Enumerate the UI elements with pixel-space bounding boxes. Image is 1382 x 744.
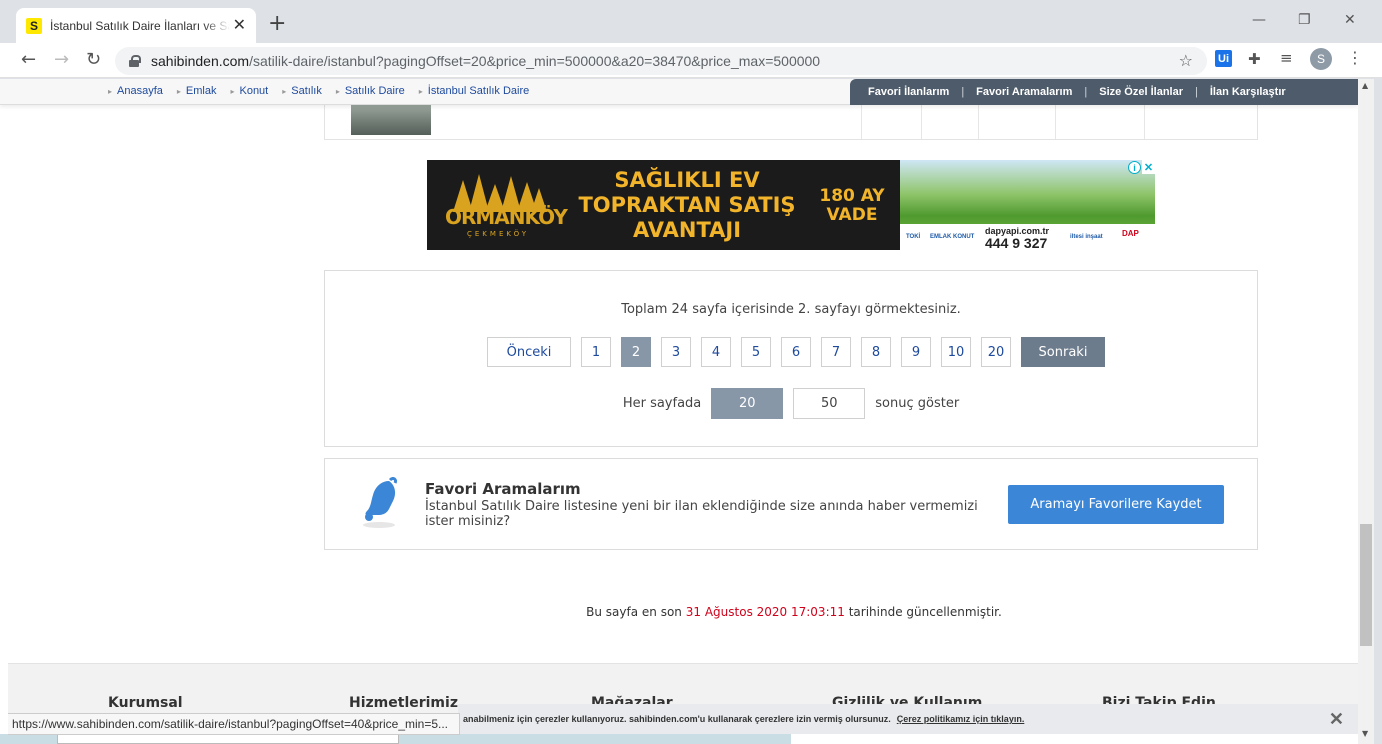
cookie-close-icon[interactable]: ✕ [1329,709,1344,730]
minimize-icon[interactable]: — [1252,12,1266,28]
prev-page-button[interactable]: Önceki [487,337,571,367]
favorite-searches-link[interactable]: Favori Aramalarım [976,86,1072,98]
page-button-8[interactable]: 8 [861,337,891,367]
bookmark-star-icon[interactable]: ☆ [1179,51,1193,70]
banner-ad[interactable]: ORMANKÖY ÇEKMEKÖY SAĞLIKLI EV TOPRAKTAN … [427,160,1155,250]
sticky-header: Anasayfa Emlak Konut Satılık Satılık Dai… [0,79,1358,105]
breadcrumb-item[interactable]: İstanbul Satılık Daire [419,85,530,97]
ad-term: 180 AY VADE [819,186,885,225]
per-page-suffix: sonuç göster [875,396,960,411]
favorite-search-title: Favori Aramalarım [425,480,581,498]
breadcrumb-item[interactable]: Satılık Daire [336,85,405,97]
footer-heading[interactable]: Hizmetlerimiz [349,695,458,711]
per-page-label: Her sayfada [622,396,702,411]
page-scrollbar[interactable]: ▲ ▼ [1358,79,1374,744]
listing-row-partial[interactable] [324,105,1258,140]
page-button-7[interactable]: 7 [821,337,851,367]
scroll-up-icon[interactable]: ▲ [1362,81,1368,90]
extension-ui-icon[interactable]: Ui [1215,50,1232,67]
favorite-search-description: İstanbul Satılık Daire listesine yeni bi… [425,499,978,529]
page-button-4[interactable]: 4 [701,337,731,367]
last-updated: Bu sayfa en son 31 Ağustos 2020 17:03:11… [586,605,1002,619]
cookie-policy-link[interactable]: Çerez politikamız için tıklayın. [897,714,1025,724]
profile-avatar[interactable]: S [1310,48,1332,70]
footer-heading[interactable]: Kurumsal [108,695,183,711]
favorite-search-box: Favori Aramalarım İstanbul Satılık Daire… [324,458,1258,550]
site-favicon: S [26,17,42,34]
ad-info-icon[interactable]: i [1128,161,1141,174]
page-button-10[interactable]: 10 [941,337,971,367]
favorite-listings-link[interactable]: Favori İlanlarım [868,86,949,98]
browser-toolbar: ← → ↻ sahibinden.com/satilik-daire/istan… [0,43,1382,78]
per-page-20-button[interactable]: 20 [711,388,784,419]
bell-icon [363,477,397,528]
pagination-box: Toplam 24 sayfa içerisinde 2. sayfayı gö… [324,270,1258,447]
scroll-thumb[interactable] [1360,524,1372,646]
page-button-9[interactable]: 9 [901,337,931,367]
address-url: sahibinden.com/satilik-daire/istanbul?pa… [151,53,821,69]
ad-headline: SAĞLIKLI EV TOPRAKTAN SATIŞ AVANTAJI [578,168,796,242]
reading-list-icon[interactable]: ≡ [1280,49,1293,67]
ad-partner-logo: iltesi inşaat [1070,234,1103,240]
reload-icon[interactable]: ↻ [86,50,101,70]
window-close-icon[interactable]: ✕ [1344,12,1356,28]
pagination-info: Toplam 24 sayfa içerisinde 2. sayfayı gö… [621,302,961,317]
breadcrumb: Anasayfa Emlak Konut Satılık Satılık Dai… [108,85,529,97]
breadcrumb-item[interactable]: Konut [230,85,268,97]
pagination: Önceki 1 2 3 4 5 6 7 8 9 10 20 Sonraki [487,337,1105,367]
per-page-50-button[interactable]: 50 [793,388,866,419]
page-button-1[interactable]: 1 [581,337,611,367]
page-button-6[interactable]: 6 [781,337,811,367]
next-page-button[interactable]: Sonraki [1021,337,1105,367]
lock-icon [129,55,141,67]
ad-phone: 444 9 327 [985,235,1048,250]
close-tab-icon[interactable]: ✕ [233,16,246,34]
restore-icon[interactable]: ❐ [1298,12,1311,28]
breadcrumb-item[interactable]: Anasayfa [108,85,163,97]
ad-close-icon[interactable]: ✕ [1142,160,1155,174]
page-viewport: Anasayfa Emlak Konut Satılık Satılık Dai… [0,79,1358,744]
special-listings-link[interactable]: Size Özel İlanlar [1099,86,1183,98]
extensions-puzzle-icon[interactable]: ✚ [1248,50,1261,68]
ad-brand-sub: ÇEKMEKÖY [467,230,529,238]
page-button-20[interactable]: 20 [981,337,1011,367]
page-button-3[interactable]: 3 [661,337,691,367]
listing-thumbnail[interactable] [351,105,431,135]
favorites-bar: Favori İlanlarım | Favori Aramalarım | S… [850,79,1358,105]
new-tab-icon[interactable]: + [268,12,286,36]
compare-listings-link[interactable]: İlan Karşılaştır [1210,86,1286,98]
ad-brand-logo: ORMANKÖY [445,205,568,229]
scroll-down-icon[interactable]: ▼ [1362,729,1368,738]
breadcrumb-item[interactable]: Emlak [177,85,217,97]
page-button-5[interactable]: 5 [741,337,771,367]
browser-menu-icon[interactable]: ⋮ [1347,48,1363,67]
cookie-banner: anabilmeniz için çerezler kullanıyoruz. … [458,704,1358,734]
browser-tabstrip: S İstanbul Satılık Daire İlanları ve Sat… [0,0,1382,43]
ad-partner-logo: TOKİ [906,234,921,240]
back-arrow-icon[interactable]: ← [21,50,36,70]
save-search-button[interactable]: Aramayı Favorilere Kaydet [1008,485,1224,524]
forward-arrow-icon[interactable]: → [54,50,69,70]
address-bar[interactable]: sahibinden.com/satilik-daire/istanbul?pa… [115,47,1207,75]
ad-partner-logo: DAP [1122,229,1139,238]
link-status-bar: https://www.sahibinden.com/satilik-daire… [8,713,460,735]
last-updated-timestamp: 31 Ağustos 2020 17:03:11 [685,605,845,619]
breadcrumb-item[interactable]: Satılık [282,85,322,97]
browser-tab[interactable]: S İstanbul Satılık Daire İlanları ve Sat… [16,8,256,43]
ad-partner-logo: EMLAK KONUT [930,234,975,240]
ad-park-image: TOKİ EMLAK KONUT dapyapi.com.tr 444 9 32… [900,160,1155,250]
tab-title: İstanbul Satılık Daire İlanları ve Satıl… [50,18,230,33]
per-page-selector: Her sayfada 20 50 sonuç göster [325,388,1257,419]
page-button-2-current[interactable]: 2 [621,337,651,367]
cookie-text: anabilmeniz için çerezler kullanıyoruz. … [463,714,891,724]
